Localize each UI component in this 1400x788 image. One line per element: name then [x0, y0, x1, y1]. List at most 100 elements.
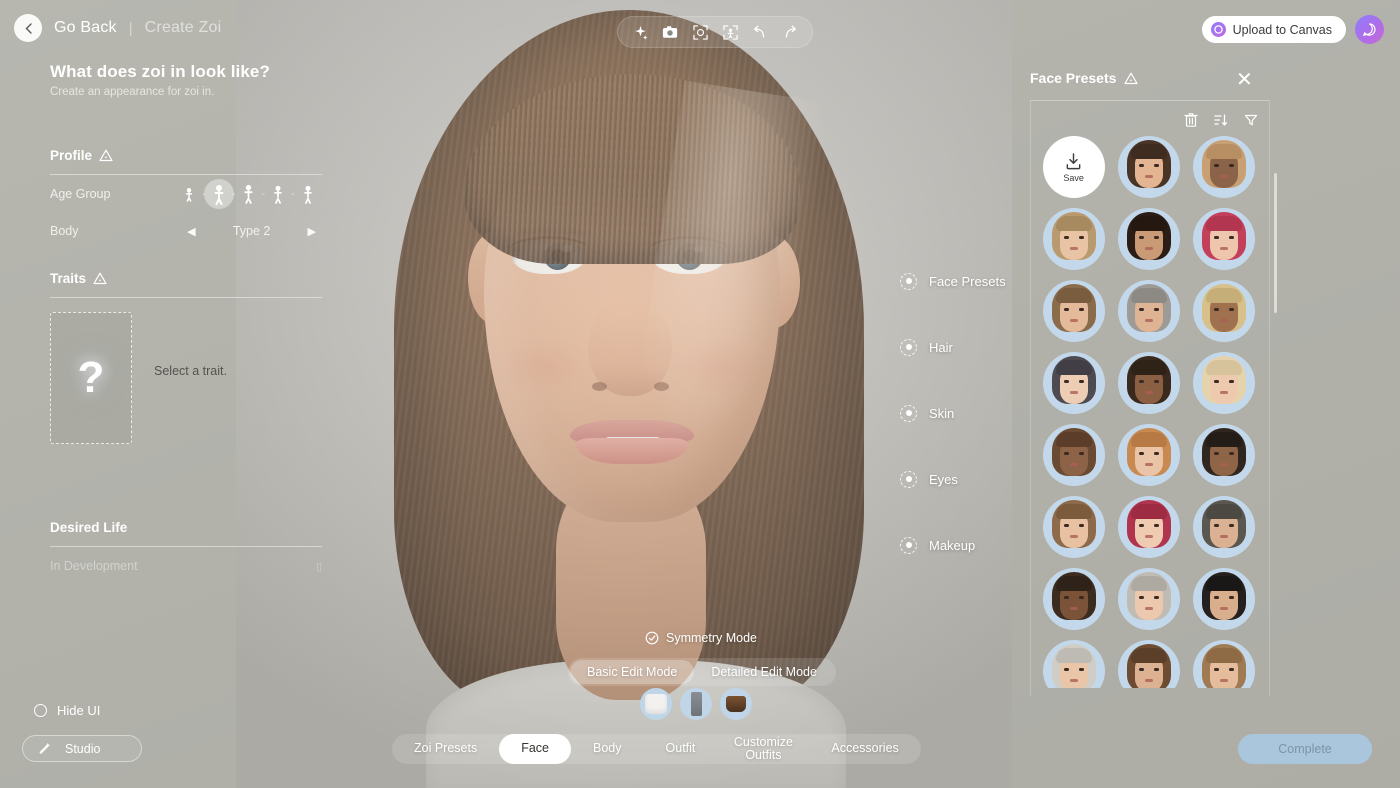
body-value: Type 2: [232, 224, 271, 238]
stage-nav-item-skin[interactable]: Skin: [900, 380, 1006, 446]
profile-section-header: Profile: [50, 148, 322, 163]
edit-mode-basic[interactable]: Basic Edit Mode: [570, 660, 695, 684]
preset-cell: [1114, 424, 1183, 486]
face-presets-panel: Face Presets ✕ Save: [1030, 70, 1386, 710]
trash-icon[interactable]: [1182, 111, 1199, 128]
radio-indicator-icon: [900, 536, 917, 554]
page-name: Create Zoi: [144, 19, 222, 36]
age-group-row: Age Group - - - -: [50, 175, 322, 213]
body-next-button[interactable]: ▶: [302, 225, 322, 238]
pants-thumbnail[interactable]: [680, 688, 712, 720]
tab-customize-outfits[interactable]: Customize Outfits: [717, 734, 809, 764]
face-preset-thumbnail[interactable]: [1117, 352, 1180, 414]
radio-indicator-icon: [900, 272, 917, 290]
tab-outfit[interactable]: Outfit: [644, 734, 718, 764]
preset-cell: [1114, 568, 1183, 630]
face-preset-thumbnail[interactable]: [1042, 496, 1105, 558]
face-presets-title: Face Presets: [1030, 70, 1117, 86]
age-option-3[interactable]: [267, 178, 289, 210]
stage-nav-label: Skin: [929, 405, 955, 421]
face-preset-thumbnail[interactable]: [1193, 352, 1256, 414]
stage-nav-item-eyes[interactable]: Eyes: [900, 446, 1006, 512]
outfit-quick-thumbnails: [640, 688, 752, 720]
preset-cell: [1114, 208, 1183, 270]
go-back-button[interactable]: [14, 14, 42, 42]
studio-button[interactable]: Studio: [22, 735, 142, 762]
stage-nav-item-hair[interactable]: Hair: [900, 314, 1006, 380]
edit-mode-detailed[interactable]: Detailed Edit Mode: [694, 660, 834, 684]
page-title: What does zoi in look like?: [50, 62, 270, 81]
desired-life-divider: [50, 546, 322, 547]
face-preset-thumbnail[interactable]: [1193, 208, 1256, 270]
face-preset-thumbnail[interactable]: [1117, 568, 1180, 630]
body-focus-icon[interactable]: [720, 22, 740, 42]
face-preset-thumbnail[interactable]: [1117, 280, 1180, 342]
face-focus-icon[interactable]: [690, 22, 710, 42]
tab-accessories[interactable]: Accessories: [809, 734, 920, 764]
left-sidebar: Profile Age Group - - - - Body ◀ Type 2 …: [50, 148, 322, 573]
face-preset-thumbnail[interactable]: [1193, 136, 1256, 198]
face-presets-title-group: Face Presets: [1030, 70, 1139, 86]
face-preset-thumbnail[interactable]: [1193, 424, 1256, 486]
face-category-nav: Face Presets Hair Skin Eyes Makeup: [900, 248, 1006, 578]
stage-nav-item-makeup[interactable]: Makeup: [900, 512, 1006, 578]
face-preset-thumbnail[interactable]: [1042, 568, 1105, 630]
face-preset-thumbnail[interactable]: [1193, 280, 1256, 342]
symmetry-mode-toggle[interactable]: Symmetry Mode: [645, 631, 757, 645]
warning-triangle-icon: [99, 149, 113, 162]
face-preset-thumbnail[interactable]: [1042, 640, 1105, 688]
shirt-thumbnail[interactable]: [640, 688, 672, 720]
face-preset-thumbnail[interactable]: [1117, 136, 1180, 198]
shoes-thumbnail[interactable]: [720, 688, 752, 720]
tab-zoi-presets[interactable]: Zoi Presets: [392, 734, 499, 764]
breadcrumb: Go Back | Create Zoi: [14, 14, 221, 42]
wand-icon: [39, 742, 51, 754]
face-presets-grid[interactable]: Save: [1031, 128, 1269, 688]
age-group-selector[interactable]: - - - -: [178, 178, 319, 210]
camera-icon[interactable]: [660, 22, 680, 42]
go-back-label[interactable]: Go Back: [54, 19, 117, 37]
age-group-label: Age Group: [50, 187, 111, 201]
radio-indicator-icon: [900, 470, 917, 488]
stage-nav-item-face-presets[interactable]: Face Presets: [900, 248, 1006, 314]
tab-face[interactable]: Face: [499, 734, 572, 764]
brand-avatar-button[interactable]: [1355, 15, 1384, 44]
age-option-4[interactable]: [297, 178, 319, 210]
age-option-2[interactable]: [237, 178, 259, 210]
face-presets-body: Save: [1030, 100, 1277, 696]
face-preset-thumbnail[interactable]: [1042, 424, 1105, 486]
face-preset-thumbnail[interactable]: [1042, 352, 1105, 414]
hide-ui-button[interactable]: Hide UI: [34, 703, 100, 718]
face-preset-thumbnail[interactable]: [1042, 208, 1105, 270]
age-option-0[interactable]: [178, 178, 200, 210]
face-preset-thumbnail[interactable]: [1117, 640, 1180, 688]
close-icon[interactable]: ✕: [1236, 70, 1253, 90]
face-preset-thumbnail[interactable]: [1117, 496, 1180, 558]
body-label: Body: [50, 224, 79, 238]
face-preset-thumbnail[interactable]: [1042, 280, 1105, 342]
warning-triangle-icon: [1124, 72, 1139, 85]
complete-button[interactable]: Complete: [1238, 734, 1372, 764]
upload-to-canvas-button[interactable]: Upload to Canvas: [1201, 16, 1346, 43]
download-icon: [1066, 152, 1081, 169]
filter-icon[interactable]: [1242, 111, 1259, 128]
redo-icon[interactable]: [780, 22, 800, 42]
face-preset-thumbnail[interactable]: [1117, 424, 1180, 486]
trait-slot-empty[interactable]: ?: [50, 312, 132, 444]
face-preset-thumbnail[interactable]: [1117, 208, 1180, 270]
presets-scrollbar[interactable]: [1274, 173, 1277, 313]
page-headline: What does zoi in look like? Create an ap…: [50, 62, 270, 98]
sort-icon[interactable]: [1212, 111, 1229, 128]
face-preset-thumbnail[interactable]: [1193, 568, 1256, 630]
magic-wand-icon[interactable]: [630, 22, 650, 42]
age-option-1[interactable]: [203, 178, 234, 210]
hide-ui-icon: [34, 704, 47, 717]
face-preset-thumbnail[interactable]: [1193, 496, 1256, 558]
body-prev-button[interactable]: ◀: [181, 225, 201, 238]
trait-picker-row: ? Select a trait.: [50, 298, 322, 444]
undo-icon[interactable]: [750, 22, 770, 42]
preset-cell: [1039, 280, 1108, 342]
save-preset-button[interactable]: Save: [1042, 136, 1105, 198]
tab-body[interactable]: Body: [571, 734, 644, 764]
face-preset-thumbnail[interactable]: [1193, 640, 1256, 688]
